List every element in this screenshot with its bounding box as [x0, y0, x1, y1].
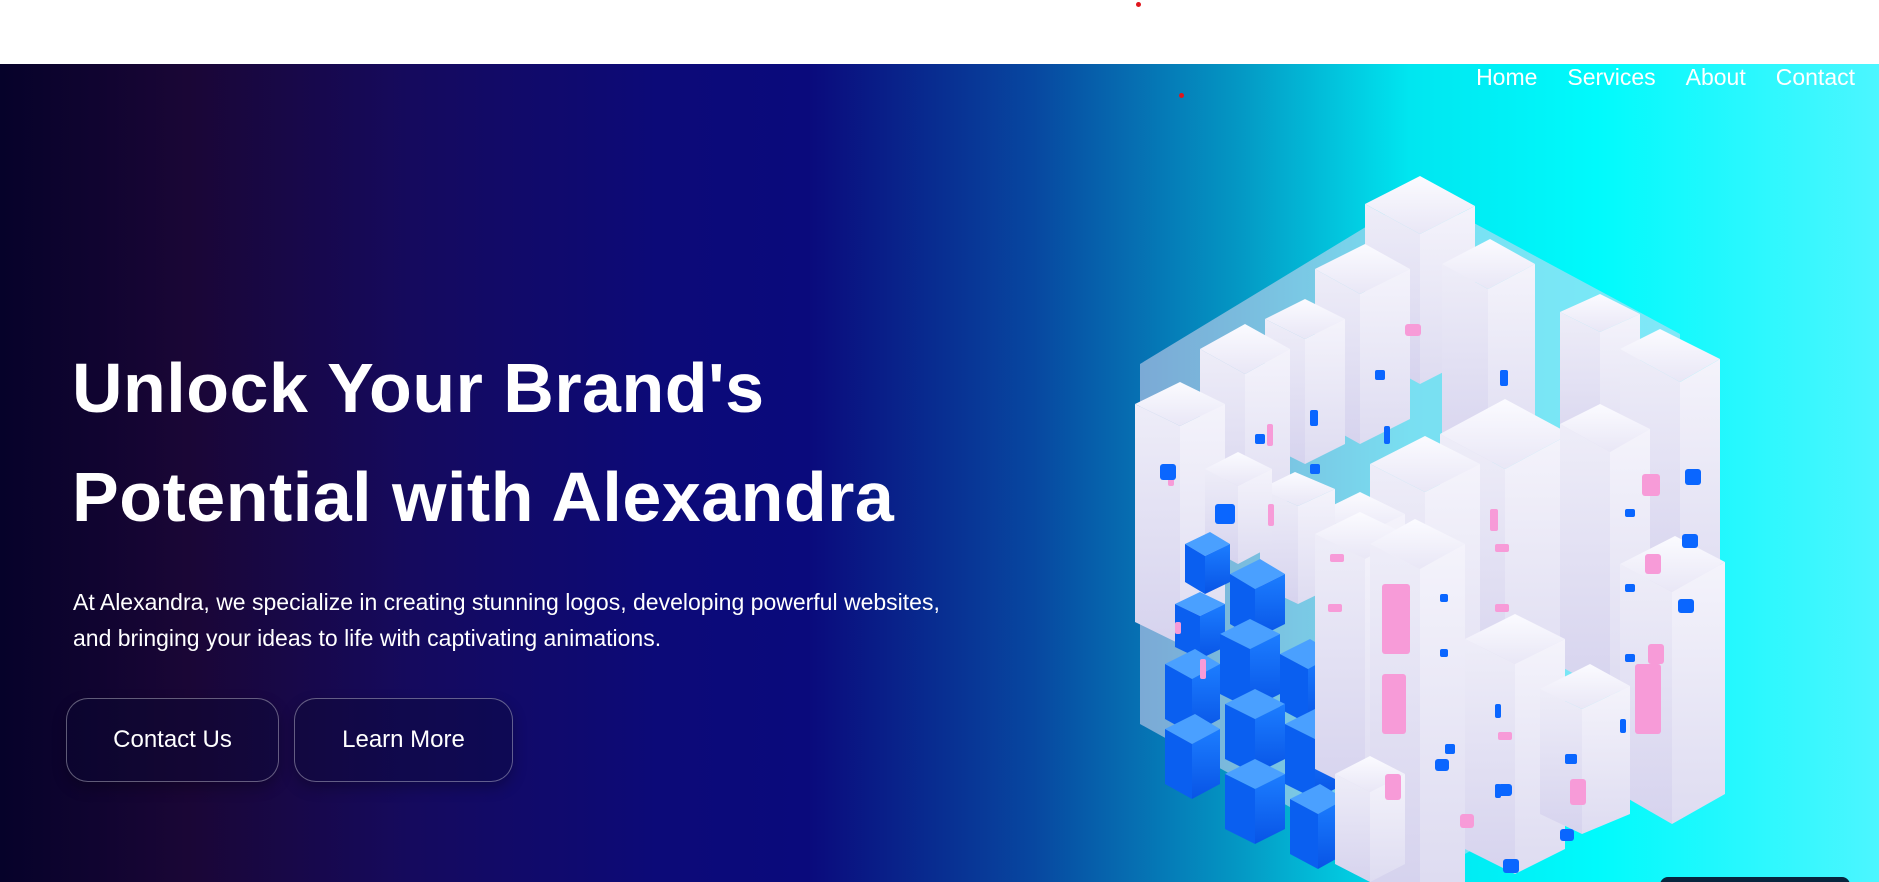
hero-headline: Unlock Your Brand's Potential with Alexa… [72, 334, 1032, 552]
learn-more-button[interactable]: Learn More [294, 698, 513, 782]
nav-contact-link[interactable]: Contact [1776, 64, 1855, 90]
isometric-cube-cluster-illustration [1135, 176, 1725, 882]
contact-us-button[interactable]: Contact Us [66, 698, 279, 782]
hero-description-line-1: At Alexandra, we specialize in creating … [73, 589, 940, 615]
hero-headline-line-2: Potential with Alexandra [72, 458, 895, 536]
hero-section: Home Services About Contact Unlock Your … [0, 64, 1879, 882]
hero-headline-line-1: Unlock Your Brand's [72, 349, 765, 427]
red-dot-marker [1136, 2, 1141, 7]
nav-about-link[interactable]: About [1686, 64, 1746, 90]
nav-services-link[interactable]: Services [1567, 64, 1655, 90]
hero-description: At Alexandra, we specialize in creating … [73, 584, 1033, 656]
red-dot-marker [1179, 93, 1184, 98]
nav-home-link[interactable]: Home [1476, 64, 1537, 90]
hero-description-line-2: and bringing your ideas to life with cap… [73, 625, 662, 651]
corner-partial-element [1660, 877, 1850, 882]
top-navigation: Home Services About Contact [1476, 64, 1855, 90]
top-white-strip [0, 0, 1879, 64]
